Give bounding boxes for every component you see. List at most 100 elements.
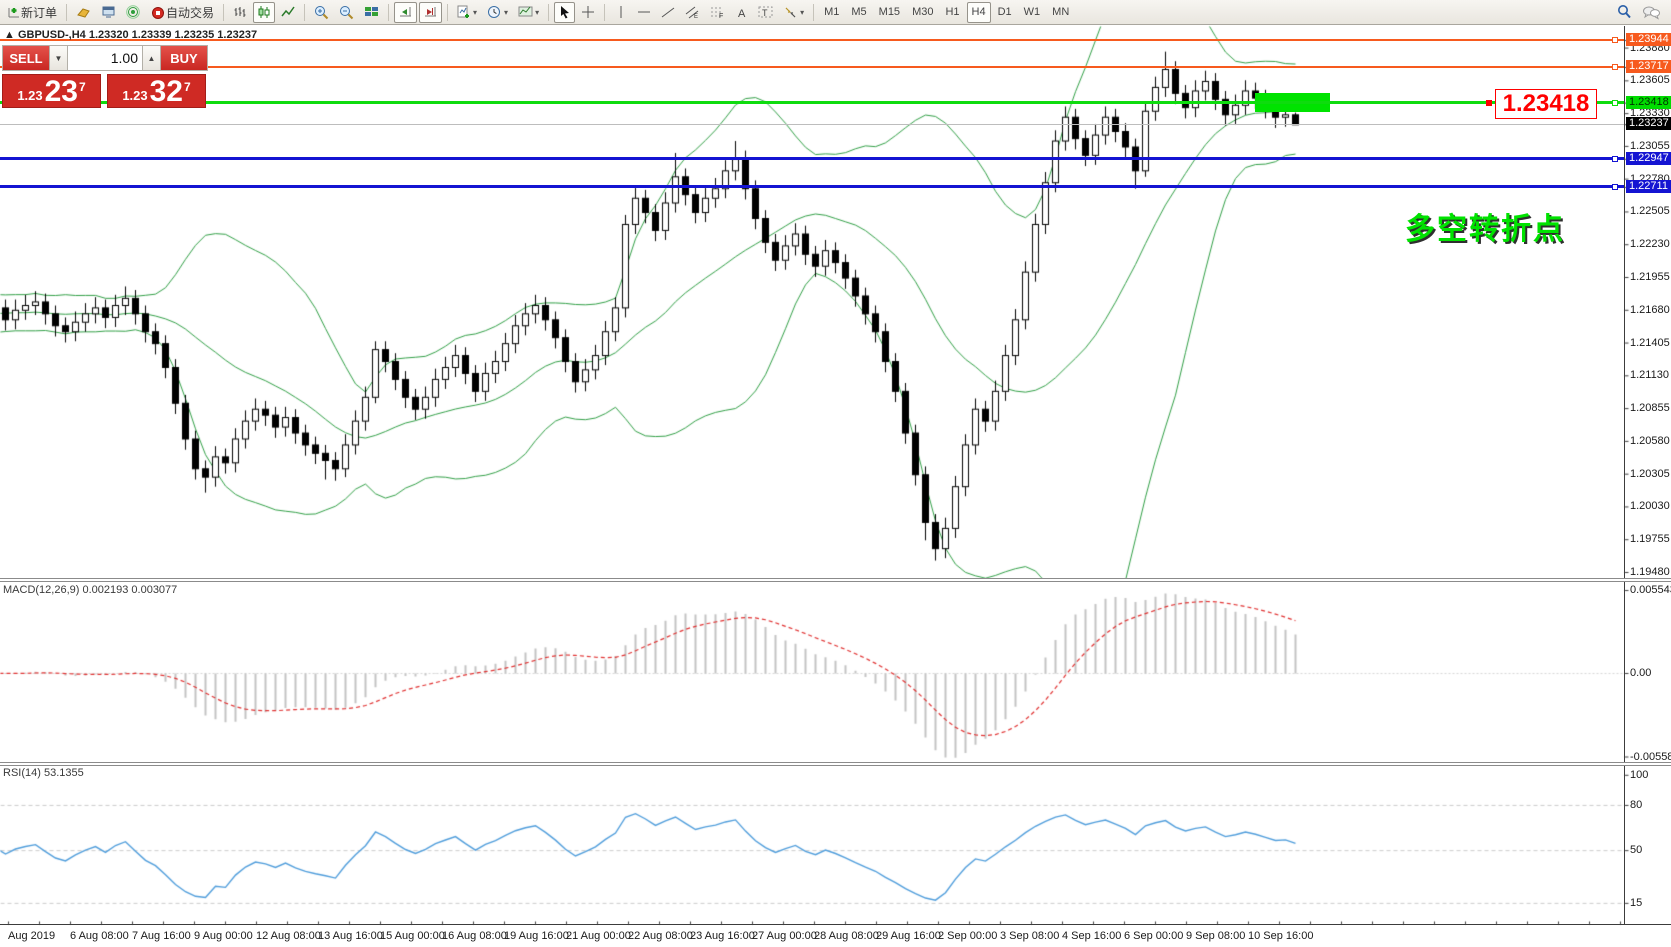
signals-button[interactable] xyxy=(122,2,145,23)
timeframe-button-h4[interactable]: H4 xyxy=(967,2,991,23)
volume-increase-button[interactable]: ▲ xyxy=(142,46,161,70)
timeframe-button-h1[interactable]: H1 xyxy=(940,2,964,23)
time-axis-label: 10 Sep 16:00 xyxy=(1248,930,1313,942)
price-axis-line xyxy=(1624,26,1625,924)
zoom-out-button[interactable] xyxy=(335,2,358,23)
timeframe-button-m15[interactable]: M15 xyxy=(874,2,905,23)
trendline-button[interactable] xyxy=(657,2,679,23)
sell-button[interactable]: SELL xyxy=(3,46,49,70)
shapes-button[interactable]: ▾ xyxy=(779,2,808,23)
main-toolbar: 新订单 自动交易 ▾ ▾ xyxy=(0,0,1671,25)
price-axis-label: 1.20030 xyxy=(1630,500,1671,512)
trendline-icon xyxy=(661,6,675,19)
price-axis-label: 1.21955 xyxy=(1630,271,1671,283)
text-label-icon: T xyxy=(758,5,773,19)
data-window-button[interactable] xyxy=(97,2,120,23)
pivot-line-handle[interactable] xyxy=(1612,100,1618,106)
price-axis-tag: 1.22711 xyxy=(1626,180,1671,193)
new-order-label: 新订单 xyxy=(21,4,57,21)
horizontal-line-icon xyxy=(637,6,651,18)
timeframe-button-w1[interactable]: W1 xyxy=(1019,2,1046,23)
book-icon xyxy=(76,5,91,19)
tile-windows-button[interactable] xyxy=(360,2,383,23)
rsi-axis-label: 15 xyxy=(1630,897,1671,909)
price-axis-label: 1.19480 xyxy=(1630,566,1671,578)
price-axis-label: 1.20855 xyxy=(1630,402,1671,414)
pivot-line[interactable] xyxy=(0,101,1624,104)
search-button[interactable] xyxy=(1612,2,1636,23)
toolbar-right-group xyxy=(1611,2,1665,23)
crosshair-button[interactable] xyxy=(577,2,599,23)
sell-price-display[interactable]: 1.23 23 7 xyxy=(2,74,101,108)
support-line-upper[interactable] xyxy=(0,157,1624,160)
auto-scroll-icon xyxy=(398,5,413,19)
rsi-pane-separator[interactable] xyxy=(0,762,1671,766)
fibonacci-icon: F xyxy=(710,5,725,19)
crosshair-icon xyxy=(581,5,595,19)
chart-plot-canvas[interactable] xyxy=(0,0,1671,947)
time-axis-label: 13 Aug 16:00 xyxy=(318,930,383,942)
support-line-lower-handle[interactable] xyxy=(1612,184,1618,190)
auto-scroll-button[interactable] xyxy=(394,2,417,23)
vertical-line-button[interactable] xyxy=(610,2,631,23)
autotrade-button[interactable]: 自动交易 xyxy=(147,2,218,23)
timeframe-button-m30[interactable]: M30 xyxy=(907,2,938,23)
volume-input[interactable] xyxy=(68,46,142,70)
templates-button[interactable]: ▾ xyxy=(514,2,543,23)
text-label-button[interactable]: T xyxy=(754,2,777,23)
indicators-icon xyxy=(457,5,471,19)
line-chart-icon xyxy=(281,5,295,19)
zoom-in-icon xyxy=(314,5,329,20)
text-button[interactable]: A xyxy=(731,2,752,23)
chinese-annotation[interactable]: 多空转折点 xyxy=(1405,204,1565,248)
zoom-in-button[interactable] xyxy=(310,2,333,23)
time-axis-label: 4 Sep 16:00 xyxy=(1062,930,1121,942)
symbol-marker-icon: ▲ xyxy=(4,29,18,41)
chart-shift-button[interactable] xyxy=(419,2,442,23)
time-axis-label: 9 Sep 08:00 xyxy=(1186,930,1245,942)
timeframe-button-mn[interactable]: MN xyxy=(1047,2,1074,23)
support-line-lower[interactable] xyxy=(0,185,1624,188)
timeframe-button-d1[interactable]: D1 xyxy=(993,2,1017,23)
price-axis-label: 1.22505 xyxy=(1630,205,1671,217)
resistance-line-lower[interactable] xyxy=(0,66,1624,68)
sell-price-prefix: 1.23 xyxy=(17,88,42,103)
pivot-line-left-handle[interactable] xyxy=(1486,100,1492,106)
svg-text:A: A xyxy=(738,8,746,19)
time-axis-label: 29 Aug 16:00 xyxy=(876,930,941,942)
volume-decrease-button[interactable]: ▼ xyxy=(49,46,68,70)
arrows-icon xyxy=(783,5,798,19)
candlestick-button[interactable] xyxy=(253,2,275,23)
buy-price-display[interactable]: 1.23 32 7 xyxy=(107,74,206,108)
fibonacci-button[interactable]: F xyxy=(706,2,729,23)
toolbar-separator xyxy=(304,4,305,21)
indicators-button[interactable]: ▾ xyxy=(453,2,481,23)
equidistant-channel-button[interactable]: E xyxy=(681,2,704,23)
market-watch-button[interactable] xyxy=(72,2,95,23)
chart-shift-icon xyxy=(423,5,438,19)
time-axis-label: 23 Aug 16:00 xyxy=(690,930,755,942)
signal-icon xyxy=(126,5,141,19)
horizontal-line-button[interactable] xyxy=(633,2,655,23)
symbol-ohlc-text: GBPUSD-,H4 1.23320 1.23339 1.23235 1.232… xyxy=(18,29,257,41)
cursor-button[interactable] xyxy=(554,2,575,23)
chat-button[interactable] xyxy=(1638,2,1664,23)
svg-text:T: T xyxy=(762,8,768,18)
periods-button[interactable]: ▾ xyxy=(483,2,512,23)
bar-chart-icon xyxy=(233,5,247,19)
buy-button[interactable]: BUY xyxy=(161,46,207,70)
bar-chart-button[interactable] xyxy=(229,2,251,23)
support-line-upper-handle[interactable] xyxy=(1612,156,1618,162)
line-chart-button[interactable] xyxy=(277,2,299,23)
price-axis-label: 1.23605 xyxy=(1630,74,1671,86)
channel-icon: E xyxy=(685,5,700,19)
timeframe-button-m1[interactable]: M1 xyxy=(819,2,844,23)
resistance-line-lower-handle[interactable] xyxy=(1612,64,1618,70)
macd-label: MACD(12,26,9) 0.002193 0.003077 xyxy=(3,584,177,596)
new-order-button[interactable]: 新订单 xyxy=(3,2,61,23)
price-callout-box[interactable]: 1.23418 xyxy=(1495,89,1597,119)
macd-pane-separator[interactable] xyxy=(0,578,1671,582)
timeframe-button-m5[interactable]: M5 xyxy=(846,2,871,23)
macd-axis-label: 0.00 xyxy=(1630,667,1671,679)
resistance-line-upper-handle[interactable] xyxy=(1612,37,1618,43)
